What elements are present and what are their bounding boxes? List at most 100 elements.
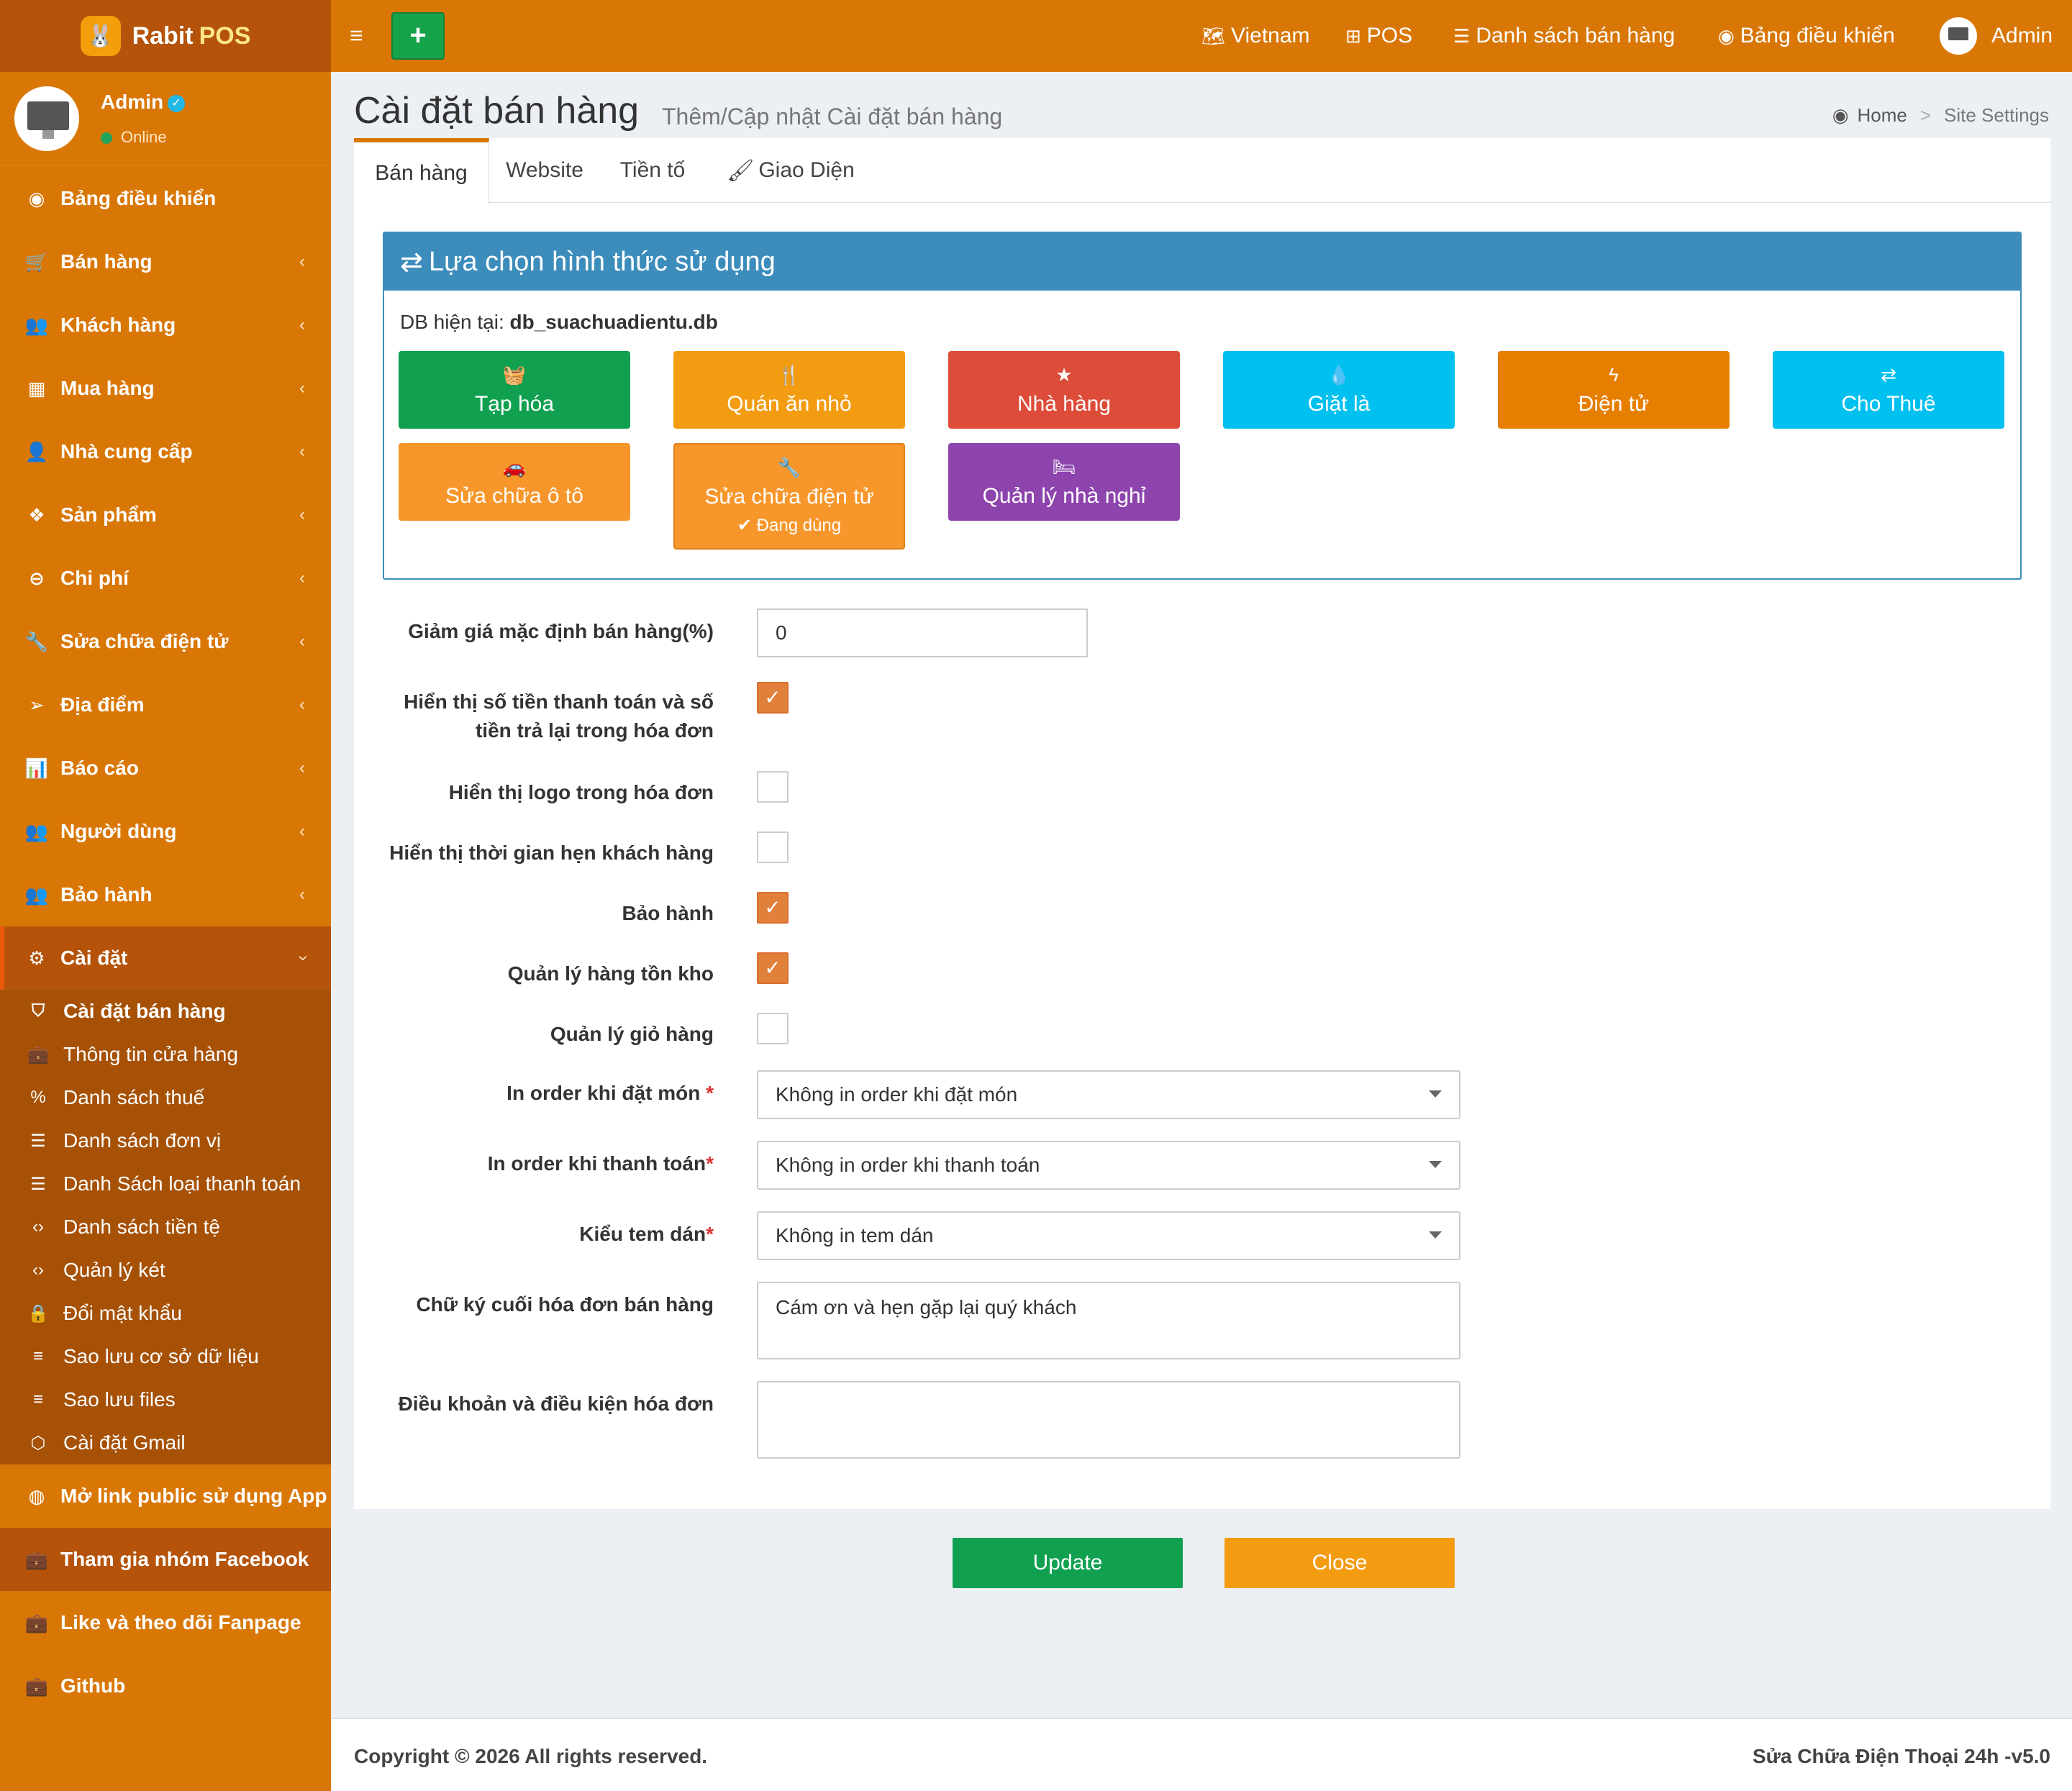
sidebar-item-facebook-group[interactable]: 💼 Tham gia nhóm Facebook xyxy=(0,1528,331,1591)
sidebar-item-label: Cài đặt xyxy=(60,947,128,969)
submenu-item-units[interactable]: ☰ Danh sách đơn vị xyxy=(0,1119,331,1162)
cubes-icon: ❖ xyxy=(28,503,45,526)
mode-restaurant-button[interactable]: ★ Nhà hàng xyxy=(948,351,1180,429)
caret-down-icon xyxy=(1429,1161,1442,1168)
current-db: DB hiện tại: db_suachuadientu.db xyxy=(400,311,718,333)
paper-plane-icon: ➢ xyxy=(29,693,45,716)
list-icon: ☰ xyxy=(30,1174,46,1194)
submenu-item-backup-files[interactable]: ≡ Sao lưu files xyxy=(0,1378,331,1421)
sidebar-item-repair[interactable]: 🔧 Sửa chữa điện tử ‹ xyxy=(0,610,331,673)
user-status: Online xyxy=(121,128,167,146)
sidebar-item-sales[interactable]: 🛒 Bán hàng ‹ xyxy=(0,230,331,293)
top-navbar: ≡ + 🗺 Vietnam ⊞ POS ☰ Danh sách bán hàng ◉ B… xyxy=(331,0,2072,72)
warranty-checkbox[interactable]: ✓ xyxy=(757,892,789,924)
required-marker: * xyxy=(706,1082,714,1104)
mode-car-repair-button[interactable]: 🚗 Sửa chữa ô tô xyxy=(399,443,630,521)
chevron-left-icon: ‹ xyxy=(299,568,305,588)
sidebar-item-settings[interactable]: ⚙ Cài đặt ‹ xyxy=(0,926,331,990)
breadcrumb-separator: > xyxy=(1919,104,1932,126)
terms-textarea[interactable] xyxy=(757,1381,1460,1459)
sidebar-item-locations[interactable]: ➢ Địa điểm ‹ xyxy=(0,673,331,737)
sidebar-item-customers[interactable]: 👥 Khách hàng ‹ xyxy=(0,293,331,357)
submenu-item-cash-drawer[interactable]: ‹› Quản lý két xyxy=(0,1249,331,1292)
hamburger-menu-icon[interactable]: ≡ xyxy=(350,24,371,47)
mode-electronics-repair-button[interactable]: 🔧 Sửa chữa điện tử ✔ Đang dùng xyxy=(673,443,905,550)
briefcase-icon: 💼 xyxy=(24,1548,49,1570)
submenu-item-sales-settings[interactable]: ⛉ Cài đặt bán hàng xyxy=(0,990,331,1033)
brand-logo[interactable]: 🐰 Rabit POS xyxy=(0,0,331,72)
submenu-item-label: Cài đặt bán hàng xyxy=(63,1000,226,1022)
tab-website[interactable]: Website xyxy=(491,138,599,203)
submenu-item-payment-types[interactable]: ☰ Danh Sách loại thanh toán xyxy=(0,1162,331,1206)
print-order-select[interactable]: Không in order khi đặt món xyxy=(757,1070,1460,1119)
print-payment-select[interactable]: Không in order khi thanh toán xyxy=(757,1141,1460,1190)
cart-checkbox[interactable] xyxy=(757,1013,789,1044)
add-button[interactable]: + xyxy=(391,12,445,60)
sidebar-item-label: Github xyxy=(60,1674,126,1697)
sidebar-item-purchases[interactable]: ▦ Mua hàng ‹ xyxy=(0,357,331,420)
mode-electronics-button[interactable]: ϟ Điện tử xyxy=(1498,351,1730,429)
show-paid-label: Hiển thị số tiền thanh toán và số tiền tr… xyxy=(404,691,714,742)
sidebar-item-fanpage[interactable]: 💼 Like và theo dõi Fanpage xyxy=(0,1591,331,1654)
mode-small-restaurant-button[interactable]: 🍴 Quán ăn nhỏ xyxy=(673,351,905,429)
dashboard-link[interactable]: ◉ Bảng điều khiển xyxy=(1718,0,1895,72)
avatar xyxy=(14,86,79,151)
chevron-left-icon: ‹ xyxy=(299,378,305,398)
sticker-select[interactable]: Không in tem dán xyxy=(757,1211,1460,1260)
cutlery-icon: 🍴 xyxy=(777,363,801,386)
sidebar-item-users[interactable]: 👥 Người dùng ‹ xyxy=(0,800,331,863)
submenu-item-currencies[interactable]: ‹› Danh sách tiền tệ xyxy=(0,1206,331,1249)
sidebar-item-expenses[interactable]: ⊖ Chi phí ‹ xyxy=(0,547,331,610)
wrench-icon: 🔧 xyxy=(777,457,801,478)
language-selector[interactable]: 🗺 Vietnam xyxy=(1201,0,1310,72)
bolt-icon: ϟ xyxy=(1609,363,1619,386)
update-button[interactable]: Update xyxy=(953,1538,1183,1588)
sales-list-link[interactable]: ☰ Danh sách bán hàng xyxy=(1453,0,1675,72)
sidebar-item-dashboard[interactable]: ◉ Bảng điều khiển xyxy=(0,167,331,230)
sidebar-item-reports[interactable]: 📊 Báo cáo ‹ xyxy=(0,737,331,800)
lock-icon: 🔒 xyxy=(27,1303,49,1323)
footer: Copyright © 2026 All rights reserved. Sử… xyxy=(331,1718,2072,1791)
dashboard-icon: ◉ xyxy=(1718,24,1735,47)
submenu-item-store-info[interactable]: 💼 Thông tin cửa hàng xyxy=(0,1033,331,1076)
mode-rental-button[interactable]: ⇄ Cho Thuê xyxy=(1773,351,2004,429)
users-icon: 👥 xyxy=(24,820,49,842)
settings-submenu: ⛉ Cài đặt bán hàng 💼 Thông tin cửa hàng … xyxy=(0,990,331,1464)
sidebar-item-label: Người dùng xyxy=(60,820,177,842)
users-icon: 👥 xyxy=(24,314,49,336)
show-appointment-checkbox[interactable] xyxy=(757,831,789,863)
sidebar-item-github[interactable]: 💼 Github xyxy=(0,1654,331,1718)
show-logo-checkbox[interactable] xyxy=(757,771,789,803)
submenu-item-taxes[interactable]: % Danh sách thuế xyxy=(0,1076,331,1119)
submenu-item-label: Danh sách tiền tệ xyxy=(63,1216,220,1238)
submenu-item-label: Sao lưu cơ sở dữ liệu xyxy=(63,1345,259,1367)
sidebar-item-warranty[interactable]: 👥 Bảo hành ‹ xyxy=(0,863,331,926)
sidebar-item-public-link[interactable]: ◍ Mở link public sử dụng App xyxy=(0,1464,331,1528)
breadcrumb-home[interactable]: Home xyxy=(1857,104,1907,127)
signature-textarea[interactable]: Cám ơn và hẹn gặp lại quý khách xyxy=(757,1282,1460,1359)
discount-label: Giảm giá mặc định bán hàng(%) xyxy=(408,620,714,642)
sidebar-item-products[interactable]: ❖ Sản phẩm ‹ xyxy=(0,483,331,547)
sticker-label: Kiểu tem dán* xyxy=(579,1223,714,1245)
tab-sales[interactable]: Bán hàng xyxy=(354,138,489,204)
sidebar-item-label: Bảo hành xyxy=(60,883,153,906)
mode-grocery-button[interactable]: 🧺 Tạp hóa xyxy=(399,351,630,429)
inventory-checkbox[interactable]: ✓ xyxy=(757,952,789,984)
show-paid-checkbox[interactable]: ✓ xyxy=(757,682,789,714)
sidebar-item-suppliers[interactable]: 👤 Nhà cung cấp ‹ xyxy=(0,420,331,483)
brand-suffix: POS xyxy=(199,22,251,50)
mode-laundry-button[interactable]: 💧 Giặt là xyxy=(1223,351,1455,429)
close-button[interactable]: Close xyxy=(1224,1538,1455,1588)
mode-guesthouse-button[interactable]: 🛏 Quản lý nhà nghỉ xyxy=(948,443,1180,521)
submenu-item-backup-db[interactable]: ≡ Sao lưu cơ sở dữ liệu xyxy=(0,1335,331,1378)
tab-appearance[interactable]: 🖌 Giao Diện xyxy=(722,138,859,203)
submenu-item-gmail[interactable]: ⬡ Cài đặt Gmail xyxy=(0,1421,331,1464)
code-icon: ‹› xyxy=(32,1217,44,1236)
discount-input[interactable]: 0 xyxy=(757,609,1088,657)
rabbit-logo-icon: 🐰 xyxy=(80,16,121,56)
pos-link[interactable]: ⊞ POS xyxy=(1345,0,1412,72)
tab-prefix[interactable]: Tiền tố xyxy=(599,138,706,203)
admin-menu[interactable]: Admin xyxy=(1940,0,2053,72)
car-icon: 🚗 xyxy=(502,455,527,478)
submenu-item-change-password[interactable]: 🔒 Đổi mật khẩu xyxy=(0,1292,331,1335)
